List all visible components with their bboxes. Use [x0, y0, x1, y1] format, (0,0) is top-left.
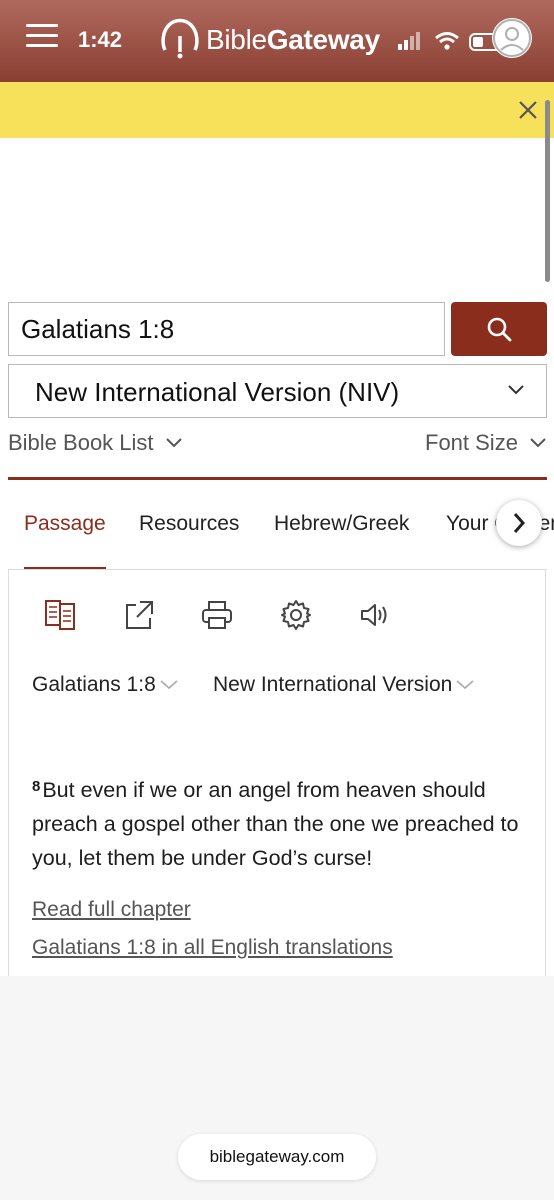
font-size-label: Font Size: [425, 430, 518, 455]
search-input[interactable]: [8, 302, 445, 356]
version-select[interactable]: New International Version (NIV): [8, 364, 547, 418]
announcement-banner: [0, 82, 554, 138]
passage-version-label: New International Version: [213, 673, 453, 696]
share-icon[interactable]: [122, 598, 156, 632]
passage-version-dropdown[interactable]: New International Version: [213, 673, 474, 697]
version-select-label: New International Version (NIV): [35, 377, 400, 407]
chevron-down-icon: [165, 438, 182, 448]
print-icon[interactable]: [200, 598, 234, 632]
search-button[interactable]: [451, 302, 547, 356]
verse-text: 8But even if we or an angel from heaven …: [32, 770, 532, 875]
tab-hebrew-greek[interactable]: Hebrew/Greek: [274, 512, 409, 536]
chevron-right-icon: [513, 513, 526, 533]
status-icons: [398, 32, 503, 51]
verse-body: But even if we or an angel from heaven s…: [32, 778, 519, 870]
tab-bar: Passage Resources Hebrew/Greek Your Cont…: [0, 496, 554, 568]
chevron-down-icon: [160, 680, 178, 690]
chevron-down-icon: [456, 680, 474, 690]
url-bar[interactable]: biblegateway.com: [178, 1134, 376, 1180]
passage-reference-dropdown[interactable]: Galatians 1:8: [32, 673, 178, 697]
parallel-icon[interactable]: [44, 598, 78, 632]
logo-text[interactable]: BibleGateway: [206, 24, 380, 56]
bible-book-list-label: Bible Book List: [8, 430, 154, 455]
scrollbar[interactable]: [545, 100, 550, 282]
chevron-down-icon: [530, 438, 546, 448]
status-time: 1:42: [78, 27, 123, 52]
logo-icon: [161, 18, 199, 59]
verse-number: 8: [32, 778, 41, 795]
settings-icon[interactable]: [279, 598, 313, 632]
app-header: 1:42 BibleGateway: [0, 0, 554, 82]
user-avatar-icon[interactable]: [492, 18, 532, 58]
read-full-chapter-link[interactable]: Read full chapter: [32, 898, 191, 922]
tabs-scroll-right-button[interactable]: [496, 500, 542, 546]
search-icon: [487, 317, 512, 342]
passage-reference-label: Galatians 1:8: [32, 673, 156, 696]
logo-text-gateway: Gateway: [266, 24, 380, 55]
all-translations-link[interactable]: Galatians 1:8 in all English translation…: [32, 936, 393, 960]
hamburger-icon[interactable]: [26, 24, 58, 48]
chevron-down-icon: [508, 385, 524, 395]
logo-text-bible: Bible: [206, 24, 267, 55]
section-divider: [8, 477, 547, 480]
close-icon[interactable]: [516, 98, 540, 122]
audio-icon[interactable]: [358, 598, 392, 632]
font-size-link[interactable]: Font Size: [425, 430, 546, 456]
tab-resources[interactable]: Resources: [139, 512, 239, 536]
bible-book-list-link[interactable]: Bible Book List: [8, 430, 182, 456]
tab-passage[interactable]: Passage: [24, 512, 106, 536]
